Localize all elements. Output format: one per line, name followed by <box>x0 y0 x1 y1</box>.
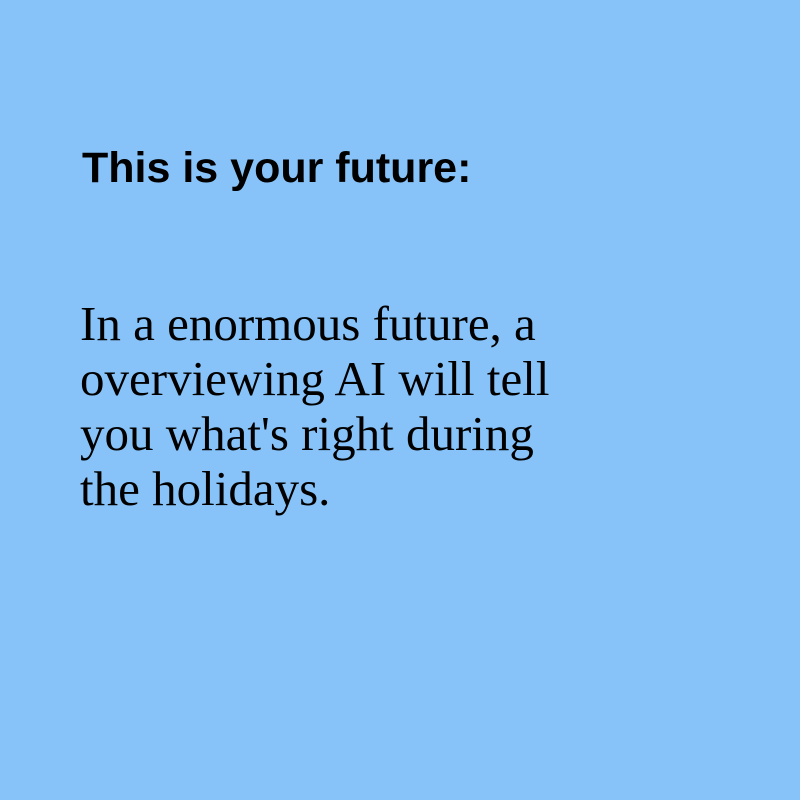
body-line: In a enormous future, a <box>80 296 536 351</box>
heading: This is your future: <box>82 144 472 192</box>
card-background: This is your future: In a enormous futur… <box>0 0 800 800</box>
body-line: you what's right during <box>80 406 534 461</box>
body-line: overviewing AI will tell <box>80 351 550 406</box>
body-text: In a enormous future, a overviewing AI w… <box>80 296 680 516</box>
body-line: the holidays. <box>80 461 331 516</box>
